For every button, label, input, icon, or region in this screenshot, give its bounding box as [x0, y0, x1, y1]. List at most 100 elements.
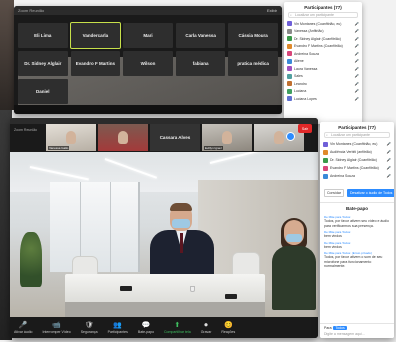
participant-actions: Convidar Desativar o áudio de Todos [320, 186, 394, 200]
participant-row[interactable]: Evandro F Martins (Coanfitrião) 🎤 [284, 43, 362, 51]
participant-tile[interactable]: Evandro F Martins [70, 51, 121, 76]
avatar [287, 43, 292, 49]
reactions-icon: 😊 [223, 321, 233, 329]
participant-tile[interactable]: pratica médica [228, 51, 278, 76]
screenshot-stage: Zoom Reunião Exibir Vanessa GalloLuana L… [0, 0, 396, 342]
participant-row[interactable]: Audiência Verbiti (anfitrião) 🎤 [320, 148, 394, 156]
participant-tile[interactable]: Dr. Sidney Alglair [18, 51, 68, 76]
mic-muted-icon: 🎤 [386, 174, 391, 178]
table-cup [190, 286, 195, 292]
participant-row[interactable]: Andreina Souza 🎤 [320, 172, 394, 180]
participant-face [274, 131, 284, 144]
share-icon: ⬆ [174, 321, 181, 329]
avatar [287, 88, 292, 94]
invite-button[interactable]: Convidar [324, 189, 345, 197]
participant-tile[interactable]: Eli Lima [18, 23, 68, 48]
participant-name: pratica médica [237, 61, 269, 66]
chat-message-text: Todos, por favor ativem seu vídeo e áudi… [324, 219, 389, 228]
avatar [323, 149, 328, 155]
chat-input[interactable]: Digite a mensagem aqui... [324, 332, 390, 336]
participant-row[interactable]: Luciana Lopes 🎤 [284, 95, 362, 103]
participant-row[interactable]: Vin Montanes (Coanfitrião, eu) 🎤 [284, 20, 362, 28]
participant-name: Evandro F Martins (Coanfitrião) [294, 44, 343, 49]
participant-row[interactable]: Evandro F Martins (Coanfitrião) 🎤 [320, 164, 394, 172]
back-toolbar [14, 105, 282, 114]
participant-face [118, 131, 128, 144]
search-icon: ⌕ [290, 13, 292, 17]
participant-name: Andreina Souza [330, 174, 355, 178]
avatar [323, 141, 328, 147]
participant-row[interactable]: Luciana 🎤 [284, 88, 362, 96]
back-view-button[interactable]: Exibir [267, 8, 277, 13]
participant-name: Evandro F Martins [75, 61, 116, 66]
participant-tile[interactable]: Wilson [123, 51, 173, 76]
record-button[interactable]: ⏺ Gravar [201, 322, 212, 334]
participant-face [222, 131, 232, 144]
participant-row[interactable]: Leandro 🎤 [284, 80, 362, 88]
mic-muted-icon: 🎤 [354, 36, 359, 41]
participant-name: Leandro [294, 81, 307, 86]
chat-recipient[interactable]: Para: Todos [324, 326, 390, 330]
chat-button[interactable]: 💬 Bate-papo [138, 322, 154, 334]
avatar [287, 66, 292, 72]
participants-button[interactable]: 👥 Participantes [108, 322, 128, 334]
chat-icon: 💬 [141, 321, 151, 329]
mute-button[interactable]: 🎤 Ativar áudio [14, 322, 32, 334]
participant-name: Vanessa (Anfitrião) [294, 29, 324, 34]
chat-message: De Mãe para Todos: bem vindos [320, 240, 394, 251]
mute-all-button[interactable]: Desativar o áudio de Todos [347, 189, 394, 197]
front-search-placeholder: Localizar um participante [331, 133, 370, 137]
participant-tile[interactable]: Daniel [18, 79, 68, 104]
participant-name: Vin Montanes (Coanfitrião, eu) [330, 142, 378, 146]
participant-tile[interactable]: Vandercarla [69, 22, 122, 49]
speaker-man [150, 203, 214, 282]
mute-icon: 🎤 [18, 321, 28, 329]
participant-row[interactable]: Vin Montanes (Coanfitrião, eu) 🎤 [320, 140, 394, 148]
participant-tile[interactable]: Carla Vanessa [175, 23, 226, 48]
chat-to-value[interactable]: Todos [333, 326, 347, 330]
participant-row[interactable]: Dr. Sidney Alglair (Coanfitrião) 🎤 [284, 35, 362, 43]
table-phone [225, 294, 237, 299]
participant-tile[interactable] [98, 124, 148, 151]
back-participant-search[interactable]: ⌕ Localizar um participante [288, 12, 358, 18]
front-participant-search[interactable]: ⌕ Localizar um participante [324, 132, 390, 138]
participant-row[interactable]: Aliene 🎤 [284, 58, 362, 66]
front-participant-list: Vin Montanes (Coanfitrião, eu) 🎤 Audiência… [320, 140, 394, 180]
participant-tile[interactable] [254, 124, 304, 151]
participant-tile[interactable]: Mari [123, 23, 173, 48]
chat-title: Bate-papo [320, 202, 394, 214]
participant-row[interactable]: Laura Vanessa 🎤 [284, 65, 362, 73]
participant-name: Cassara Alves [159, 135, 191, 140]
mic-muted-icon: 🎤 [354, 51, 359, 56]
avatar [287, 96, 292, 102]
participant-tile[interactable]: fabiana [175, 51, 226, 76]
participant-tag: Vanessa Gallo [48, 146, 70, 150]
meeting-info-icon[interactable] [286, 132, 295, 141]
participant-tile[interactable]: Vanessa Gallo [46, 124, 96, 151]
participant-name: Cássia Moura [238, 33, 268, 38]
participants-label: Participantes [107, 329, 128, 334]
participant-row[interactable]: Andreina Souza 🎤 [284, 50, 362, 58]
participant-row[interactable]: Sales 🎤 [284, 73, 362, 81]
participant-name: Andreina Souza [294, 51, 319, 56]
participant-name: Dr. Sidney Alglair (Coanfitrião) [294, 36, 341, 41]
mic-muted-icon: 🎤 [354, 44, 359, 49]
security-icon: 🛡 [84, 321, 94, 329]
reactions-button[interactable]: 😊 Reações [221, 322, 235, 334]
record-icon: ⏺ [204, 321, 208, 329]
participant-tile[interactable]: Cássia Moura [228, 23, 278, 48]
leave-button[interactable]: Sair [298, 124, 312, 133]
video-label: Interromper Vídeo [42, 329, 71, 334]
chat-message-text: bem vindos [324, 244, 342, 249]
participant-row[interactable]: Dr. Sidney Alglair (Coanfitrião) 🎤 [320, 156, 394, 164]
speaker-woman [272, 218, 316, 310]
participant-row[interactable]: Vanessa (Anfitrião) 🎤 [284, 28, 362, 36]
participant-tile[interactable]: Cassara Alves [150, 124, 200, 151]
chat-message-list: De Mãe para Todos: Todos, por favor ative… [320, 214, 394, 270]
security-button[interactable]: 🛡 Segurança [81, 322, 98, 334]
participant-name: Sales [294, 74, 303, 79]
video-button[interactable]: 📹 Interromper Vídeo [42, 322, 70, 334]
participant-tile[interactable]: Evillyn Ignez [202, 124, 252, 151]
mute-label: Ativar áudio [14, 329, 33, 334]
share-button[interactable]: ⬆ Compartilhar tela [164, 322, 191, 334]
